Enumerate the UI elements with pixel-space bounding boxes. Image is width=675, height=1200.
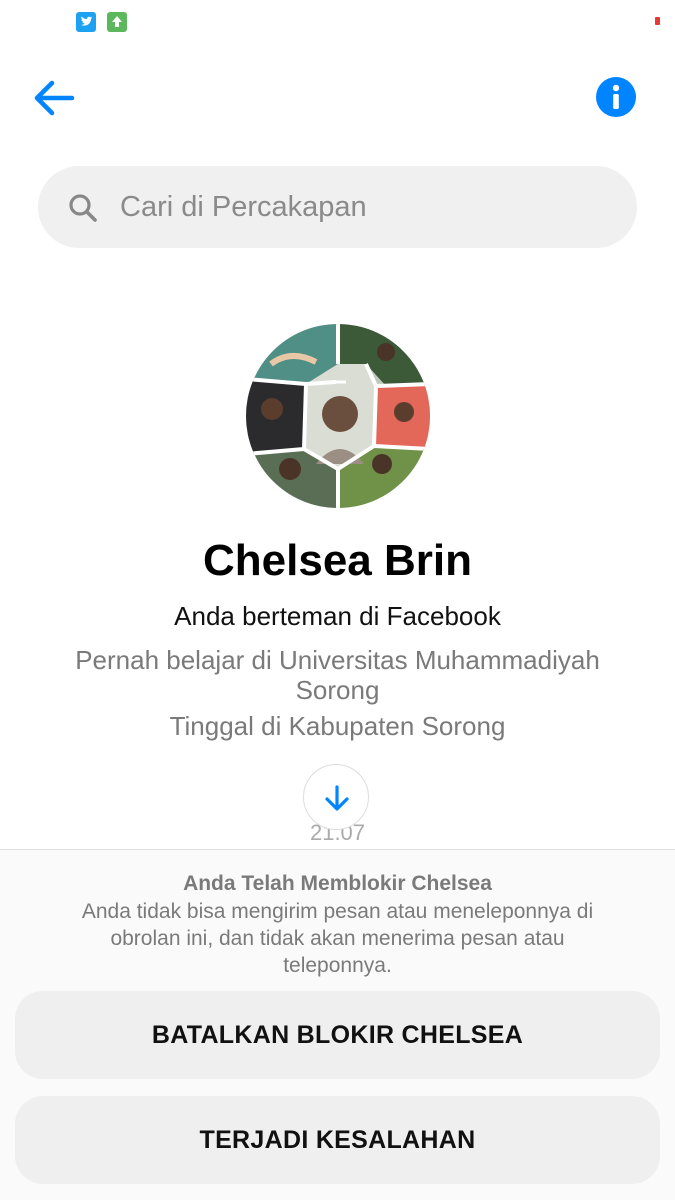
upload-icon	[107, 12, 127, 32]
education-info: Pernah belajar di Universitas Muhammadiy…	[75, 645, 600, 705]
arrow-down-icon	[325, 785, 349, 811]
info-icon	[596, 77, 636, 117]
arrow-left-icon	[34, 80, 75, 116]
blocked-title: Anda Telah Memblokir Chelsea	[183, 872, 492, 895]
status-bar	[0, 0, 675, 44]
search-input[interactable]	[120, 166, 600, 248]
twitter-icon	[76, 12, 96, 32]
unblock-button[interactable]: BATALKAN BLOKIR CHELSEA	[15, 991, 660, 1079]
error-button[interactable]: TERJADI KESALAHAN	[15, 1096, 660, 1184]
avatar	[246, 324, 430, 508]
blocked-description: Anda tidak bisa mengirim pesan atau mene…	[81, 900, 594, 977]
residence-info: Tinggal di Kabupaten Sorong	[169, 711, 506, 741]
battery-indicator	[655, 17, 660, 25]
info-button[interactable]	[595, 76, 637, 118]
back-button[interactable]	[28, 76, 78, 120]
search-icon	[69, 194, 97, 222]
friend-status: Anda berteman di Facebook	[174, 601, 501, 631]
scroll-down-button[interactable]	[303, 764, 369, 830]
search-bar[interactable]	[38, 166, 637, 248]
profile-name: Chelsea Brin	[203, 536, 472, 585]
blocked-panel: Anda Telah Memblokir Chelsea Anda tidak …	[0, 849, 675, 1200]
